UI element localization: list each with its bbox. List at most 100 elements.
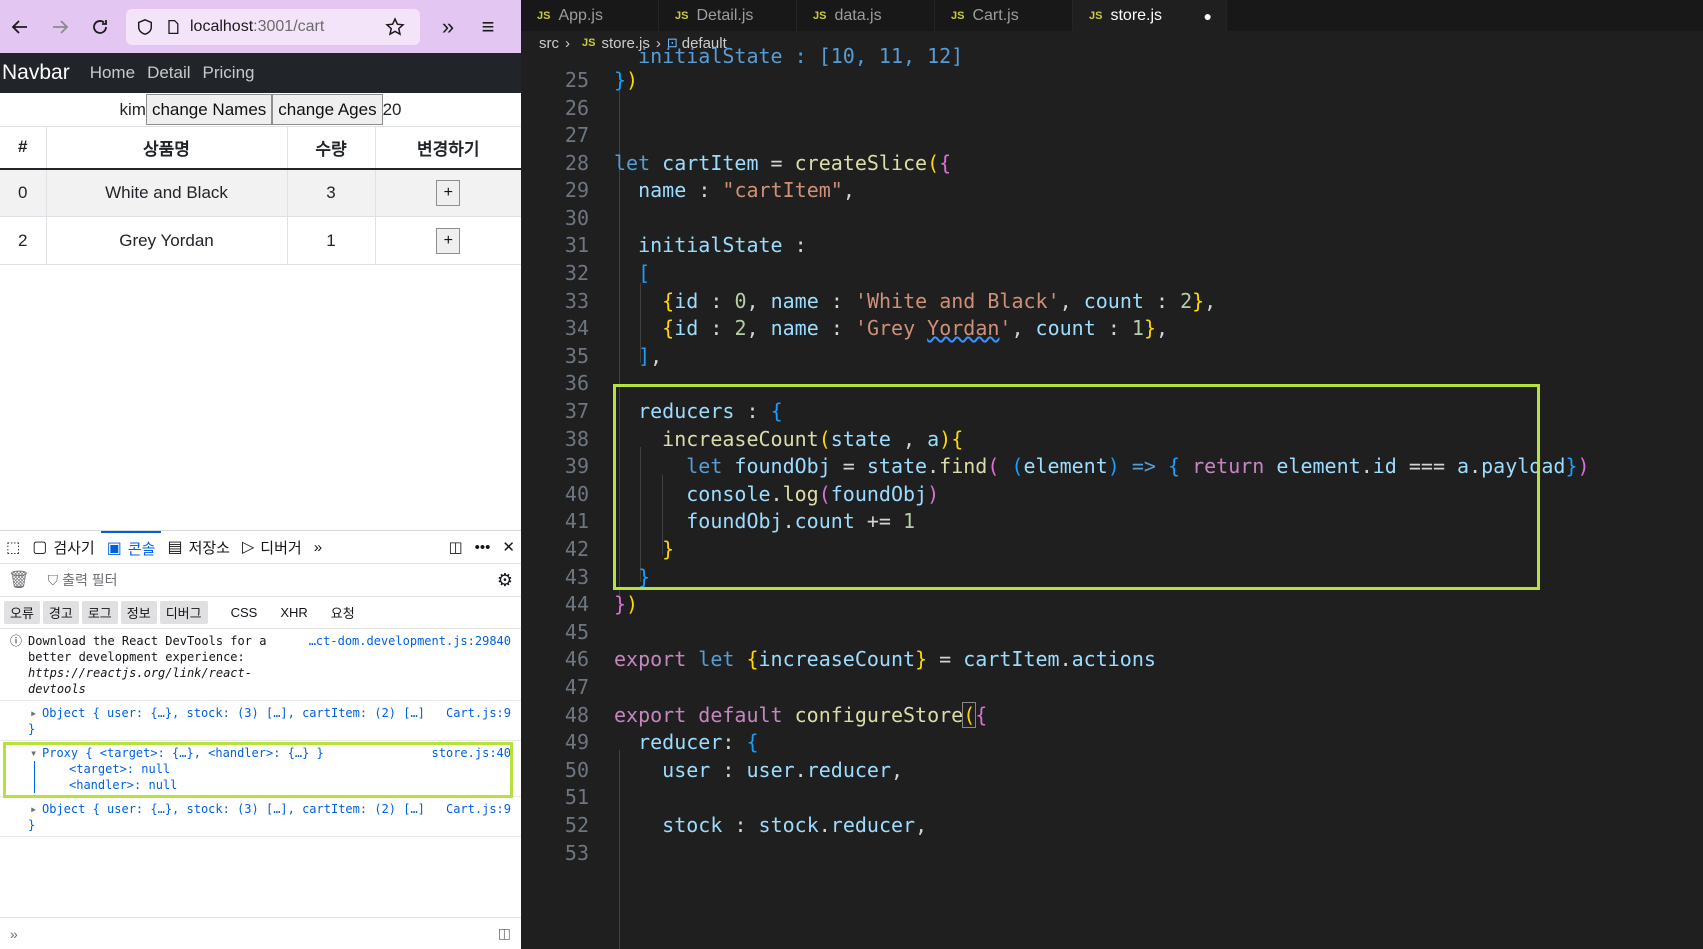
change-names-button[interactable]: change Names — [145, 94, 273, 125]
cell-quantity: 1 — [286, 216, 375, 265]
expand-triangle-icon[interactable]: ▸ — [30, 801, 37, 817]
tab-storage[interactable]: ▤ 저장소 — [161, 531, 236, 564]
cell-action: + — [374, 168, 521, 217]
filter-input[interactable]: 출력 필터 — [62, 570, 117, 590]
tab-detail-js[interactable]: JS Detail.js — [659, 0, 797, 31]
reload-icon[interactable] — [80, 7, 120, 47]
line-number: 31 — [564, 233, 589, 257]
line-number: 44 — [564, 592, 589, 616]
tab-app-js[interactable]: JS App.js — [521, 0, 659, 31]
level-errors[interactable]: 오류 — [4, 601, 40, 624]
level-warnings[interactable]: 경고 — [42, 601, 79, 624]
message-text: better development experience: — [28, 650, 245, 664]
message-source-link[interactable]: Cart.js:9 — [446, 705, 511, 721]
tab-cart-js[interactable]: JS Cart.js — [935, 0, 1073, 31]
tab-debugger[interactable]: ▷ 디버거 — [236, 531, 308, 564]
line-number: 51 — [564, 785, 589, 809]
breadcrumb-folder[interactable]: src — [539, 35, 559, 52]
cell-product-name: White and Black — [45, 168, 287, 217]
line-number: 26 — [564, 96, 589, 120]
more-tabs-chevron-icon[interactable]: » — [308, 531, 328, 564]
line-number: 39 — [564, 454, 589, 478]
code-editor: JS App.js JS Detail.js JS data.js JS Cart.js… — [521, 0, 1703, 949]
trash-icon[interactable]: 🗑 — [8, 570, 30, 590]
back-icon[interactable] — [0, 7, 40, 47]
nav-link-detail[interactable]: Detail — [147, 63, 190, 83]
js-file-icon: JS — [675, 9, 689, 22]
nav-link-pricing[interactable]: Pricing — [203, 63, 255, 83]
filter-xhr[interactable]: XHR — [274, 603, 313, 622]
user-age: 20 — [382, 99, 402, 119]
console-message-object[interactable]: ▸ Object { user: {…}, stock: (3) […], ca… — [0, 701, 521, 741]
split-console-icon[interactable]: ◫ — [498, 925, 511, 942]
code-line-partial: initialState : [10, 11, 12] — [614, 44, 964, 68]
line-number: 30 — [564, 206, 589, 230]
line-number: 34 — [564, 316, 589, 340]
line-number: 49 — [564, 730, 589, 754]
expand-triangle-icon[interactable]: ▸ — [30, 705, 37, 721]
highlight-box — [3, 742, 513, 798]
code-line: }) — [614, 592, 639, 616]
code-line: user : user.reducer, — [662, 758, 904, 782]
table-row: 0 White and Black 3 + — [0, 168, 521, 217]
inspector-icon: ▢ — [32, 539, 48, 556]
menu-icon[interactable]: ≡ — [468, 7, 508, 47]
unsaved-dot-icon[interactable]: ● — [1204, 8, 1212, 24]
js-file-icon: JS — [951, 9, 965, 22]
console-filter-bar: 🗑 ⛉ 출력 필터 ⚙ — [0, 564, 521, 597]
line-number: 37 — [564, 399, 589, 423]
bookmark-star-icon[interactable] — [384, 16, 406, 38]
line-number: 43 — [564, 565, 589, 589]
cart-table: # 상품명 수량 변경하기 0 White and Black 3 + 2 Gr… — [0, 126, 521, 265]
level-logs[interactable]: 로그 — [81, 601, 118, 624]
line-number: 53 — [564, 841, 589, 865]
navbar-brand[interactable]: Navbar — [0, 61, 70, 85]
tab-label: store.js — [1110, 6, 1163, 24]
message-source-link[interactable]: …ct-dom.development.js:29840 — [309, 633, 511, 649]
message-text: Object { user: {…}, stock: (3) […], cart… — [42, 706, 425, 720]
console-input-row[interactable]: » ◫ — [0, 917, 521, 949]
level-debug[interactable]: 디버그 — [159, 601, 208, 624]
line-number: 45 — [564, 620, 589, 644]
shield-icon[interactable] — [134, 16, 156, 38]
tab-inspector-label: 검사기 — [53, 539, 95, 557]
line-number: 50 — [564, 758, 589, 782]
overflow-chevron-icon[interactable]: » — [428, 7, 468, 47]
tab-label: Cart.js — [972, 6, 1019, 24]
more-options-icon[interactable]: ••• — [469, 531, 497, 564]
code-line: [ — [638, 261, 651, 285]
line-number: 25 — [564, 68, 589, 92]
message-link[interactable]: https://reactjs.org/link/react- — [28, 665, 513, 681]
change-ages-button[interactable]: change Ages — [272, 94, 383, 125]
console-message-object[interactable]: ▸ Object { user: {…}, stock: (3) […], ca… — [0, 797, 521, 837]
tab-debugger-label: 디버거 — [260, 539, 302, 557]
increase-button[interactable]: + — [436, 179, 461, 206]
message-link[interactable]: devtools — [28, 681, 513, 697]
tab-store-js[interactable]: JS store.js ● — [1073, 0, 1227, 31]
line-number: 33 — [564, 289, 589, 313]
gear-icon[interactable]: ⚙ — [497, 570, 513, 591]
message-source-link[interactable]: Cart.js:9 — [446, 801, 511, 817]
url-field[interactable]: localhost:3001/cart — [126, 8, 420, 45]
code-line: let cartItem = createSlice({ — [614, 151, 952, 175]
code-line: export let {increaseCount} = cartItem.ac… — [614, 647, 1156, 671]
code-line: reducer: { — [638, 730, 759, 754]
cell-product-name: Grey Yordan — [45, 216, 287, 265]
message-text: Object { user: {…}, stock: (3) […], cart… — [42, 802, 425, 816]
filter-requests[interactable]: 요청 — [325, 601, 361, 624]
close-icon[interactable]: ✕ — [496, 531, 521, 564]
tab-console[interactable]: ▣ 콘솔 — [100, 530, 162, 564]
line-number: 47 — [564, 675, 589, 699]
dock-icon[interactable]: ◫ — [442, 531, 468, 564]
cell-action: + — [374, 216, 521, 265]
tab-inspector[interactable]: ▢ 검사기 — [26, 531, 101, 564]
level-info[interactable]: 정보 — [120, 601, 157, 624]
code-line: initialState : — [638, 233, 807, 257]
forward-icon[interactable] — [40, 7, 80, 47]
nav-link-home[interactable]: Home — [90, 63, 135, 83]
filter-css[interactable]: CSS — [225, 603, 264, 622]
line-number: 28 — [564, 151, 589, 175]
element-picker-icon[interactable]: ⬚ — [0, 531, 26, 564]
tab-data-js[interactable]: JS data.js — [797, 0, 935, 31]
increase-button[interactable]: + — [436, 227, 461, 254]
